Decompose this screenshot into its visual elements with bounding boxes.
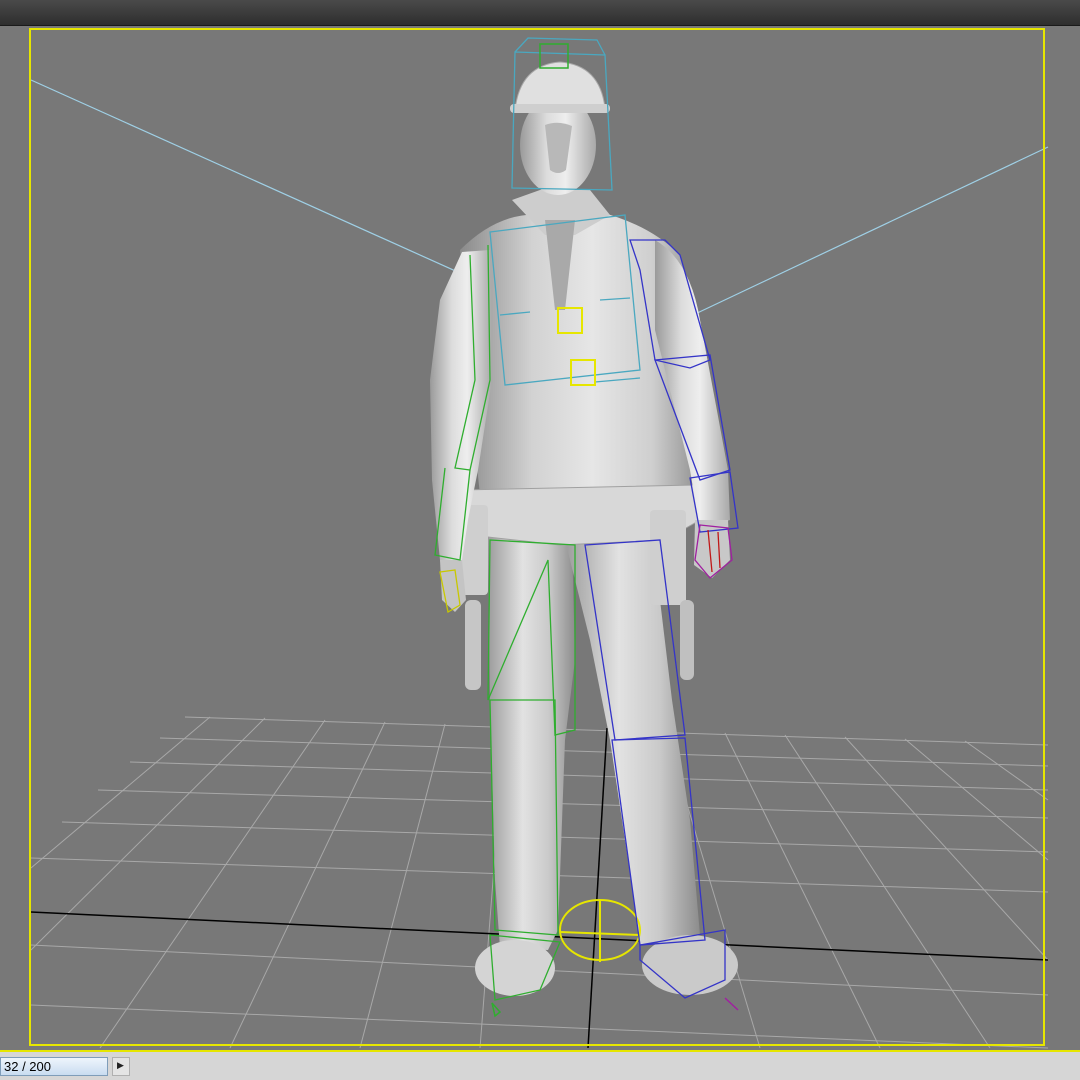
- left-hand-mesh: [440, 560, 466, 612]
- frame-slider-thumb[interactable]: 32 / 200: [0, 1057, 108, 1076]
- time-slider-bar: 32 / 200 ▶: [0, 1050, 1080, 1080]
- hard-hat: [514, 61, 606, 111]
- triangle-right-icon: ▶: [117, 1061, 124, 1071]
- left-leg-mesh: [488, 533, 575, 950]
- next-frame-button[interactable]: ▶: [112, 1057, 130, 1076]
- belt-pouch-right: [650, 510, 686, 605]
- hanging-tool-right: [680, 600, 694, 680]
- hanging-tool-left: [465, 600, 481, 690]
- frame-counter: 32 / 200: [4, 1059, 51, 1074]
- scene-canvas[interactable]: [0, 26, 1080, 1050]
- left-boot: [475, 940, 555, 996]
- foot-ik-markers[interactable]: [491, 997, 739, 1018]
- character-model[interactable]: [430, 61, 738, 996]
- hard-hat-brim: [510, 104, 610, 113]
- perspective-viewport[interactable]: [0, 26, 1080, 1050]
- viewport-header-bar: [0, 0, 1080, 26]
- app-window: 32 / 200 ▶: [0, 0, 1080, 1080]
